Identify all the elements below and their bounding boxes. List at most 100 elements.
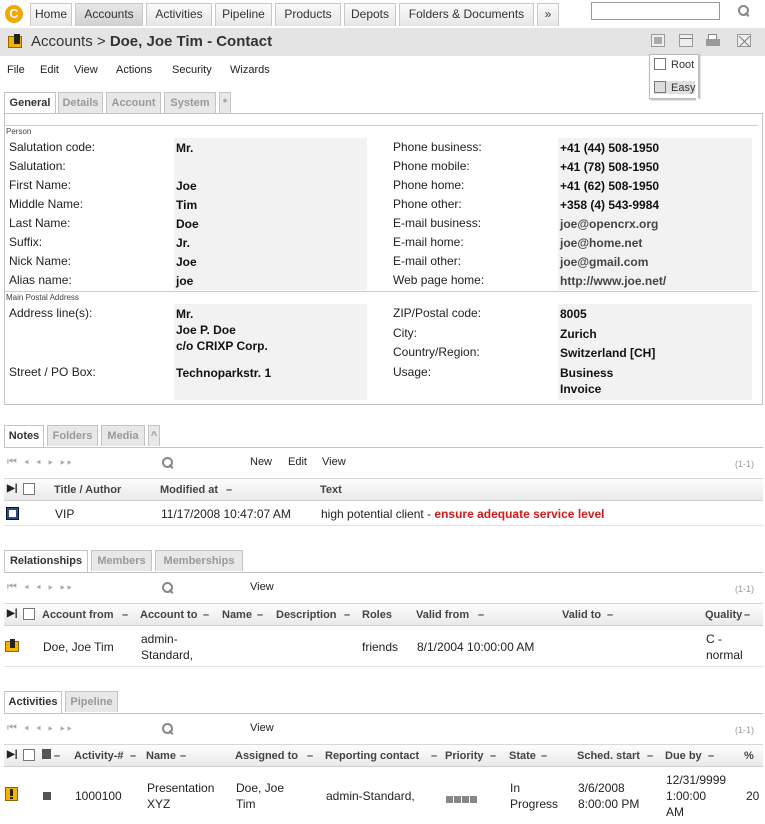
tab-members[interactable]: Members <box>91 550 152 571</box>
col-assigned-to[interactable]: Assigned to <box>235 750 298 762</box>
tab-account[interactable]: Account <box>106 92 161 113</box>
sort-icon[interactable]: – <box>478 609 484 621</box>
breadcrumb[interactable]: Accounts > <box>31 33 106 50</box>
menu-actions[interactable]: Actions <box>116 64 152 76</box>
col-account-from[interactable]: Account from <box>42 609 114 621</box>
layout-icon[interactable] <box>679 34 693 47</box>
col-reporting-contact[interactable]: Reporting contact <box>325 750 419 762</box>
rel-account-to-line2[interactable]: Standard, <box>141 647 193 663</box>
tab-media[interactable]: Media <box>101 425 145 446</box>
notes-new-button[interactable]: New <box>250 456 272 468</box>
pager-controls[interactable]: ⏮ ◂ ◂ ▸ ▸▸ <box>7 581 74 594</box>
activity-reporting-contact[interactable]: admin-Standard, <box>326 788 415 804</box>
activity-assigned-line2[interactable]: Tim <box>236 796 256 812</box>
col-percent[interactable]: % <box>744 750 754 762</box>
col-title-author[interactable]: Title / Author <box>54 484 121 496</box>
tab-memberships[interactable]: Memberships <box>155 550 243 571</box>
rel-account-from[interactable]: Doe, Joe Tim <box>43 639 114 655</box>
pager-controls[interactable]: ⏮ ◂ ◂ ▸ ▸▸ <box>7 456 74 469</box>
menu-edit[interactable]: Edit <box>40 64 59 76</box>
sort-icon[interactable]: – <box>257 609 263 621</box>
nav-tab-more[interactable]: » <box>537 3 559 26</box>
search-icon[interactable] <box>738 5 750 17</box>
col-valid-from[interactable]: Valid from <box>416 609 469 621</box>
sort-icon[interactable]: – <box>344 609 350 621</box>
note-edit-icon[interactable] <box>6 507 19 520</box>
col-priority[interactable]: Priority <box>445 750 484 762</box>
select-all-checkbox[interactable] <box>23 608 35 620</box>
menu-wizards[interactable]: Wizards <box>230 64 270 76</box>
tab-system[interactable]: System <box>164 92 216 113</box>
sort-icon[interactable]: – <box>431 750 437 762</box>
nav-tab-home[interactable]: Home <box>30 3 72 26</box>
col-due-by[interactable]: Due by <box>665 750 702 762</box>
col-valid-to[interactable]: Valid to <box>562 609 601 621</box>
print-icon[interactable] <box>706 34 720 47</box>
sort-icon[interactable]: – <box>541 750 547 762</box>
link-email-other[interactable]: joe@gmail.com <box>560 254 649 270</box>
close-icon[interactable] <box>737 34 751 48</box>
sort-icon[interactable]: – <box>130 750 136 762</box>
col-activity-number[interactable]: Activity-# <box>74 750 124 762</box>
tab-pipeline[interactable]: Pipeline <box>65 691 118 712</box>
tab-notes[interactable]: Notes <box>4 425 44 447</box>
note-title[interactable]: VIP <box>55 506 74 522</box>
sort-icon[interactable]: – <box>180 750 186 762</box>
activity-alert-icon[interactable] <box>5 787 19 802</box>
link-email-business[interactable]: joe@opencrx.org <box>560 216 659 232</box>
notes-view-button[interactable]: View <box>322 456 346 468</box>
sort-icon[interactable]: – <box>744 609 750 621</box>
col-activity-name[interactable]: Name <box>146 750 176 762</box>
col-modified-at[interactable]: Modified at <box>160 484 218 496</box>
sort-icon[interactable]: – <box>647 750 653 762</box>
sort-icon[interactable]: – <box>122 609 128 621</box>
sort-icon[interactable]: – <box>203 609 209 621</box>
sort-icon[interactable]: – <box>490 750 496 762</box>
col-state[interactable]: State <box>509 750 536 762</box>
link-web-page-home[interactable]: http://www.joe.net/ <box>560 273 667 289</box>
notes-edit-button[interactable]: Edit <box>288 456 307 468</box>
nav-tab-folders-documents[interactable]: Folders & Documents <box>399 3 534 26</box>
edit-column-icon[interactable] <box>42 749 51 759</box>
app-logo-icon[interactable]: C <box>5 5 23 23</box>
grid-search-icon[interactable] <box>162 723 174 735</box>
view-option-root[interactable]: Root <box>654 58 694 71</box>
nav-tab-depots[interactable]: Depots <box>344 3 396 26</box>
col-text[interactable]: Text <box>320 484 342 496</box>
col-quality[interactable]: Quality <box>705 609 742 621</box>
tab-folders[interactable]: Folders <box>47 425 98 446</box>
sort-icon[interactable]: – <box>307 750 313 762</box>
activity-assigned-line1[interactable]: Doe, Joe <box>236 780 284 796</box>
select-all-checkbox[interactable] <box>23 483 35 495</box>
nav-tab-activities[interactable]: Activities <box>146 3 212 26</box>
link-email-home[interactable]: joe@home.net <box>560 235 643 251</box>
tab-more[interactable]: * <box>219 92 231 113</box>
activity-number[interactable]: 1000100 <box>75 788 122 804</box>
col-sched-start[interactable]: Sched. start <box>577 750 640 762</box>
activity-name-line1[interactable]: Presentation <box>147 780 214 796</box>
activity-name-line2[interactable]: XYZ <box>147 796 170 812</box>
activities-view-button[interactable]: View <box>250 722 274 734</box>
search-input[interactable] <box>591 2 720 20</box>
column-selector-icon[interactable]: ▶| <box>7 749 18 760</box>
nav-tab-pipeline[interactable]: Pipeline <box>215 3 272 26</box>
menu-file[interactable]: File <box>7 64 25 76</box>
tab-relationships[interactable]: Relationships <box>4 550 88 572</box>
rel-account-to-line1[interactable]: admin- <box>141 631 178 647</box>
tab-details[interactable]: Details <box>58 92 103 113</box>
relationships-view-button[interactable]: View <box>250 581 274 593</box>
menu-security[interactable]: Security <box>172 64 212 76</box>
col-roles[interactable]: Roles <box>362 609 392 621</box>
tab-activities[interactable]: Activities <box>4 691 62 713</box>
col-name[interactable]: Name <box>222 609 252 621</box>
sort-icon[interactable]: – <box>607 609 613 621</box>
nav-tab-products[interactable]: Products <box>275 3 341 26</box>
col-account-to[interactable]: Account to <box>140 609 197 621</box>
sort-icon[interactable]: – <box>226 484 232 496</box>
column-selector-icon[interactable]: ▶| <box>7 608 18 619</box>
pager-controls[interactable]: ⏮ ◂ ◂ ▸ ▸▸ <box>7 722 74 735</box>
sort-icon[interactable]: – <box>54 750 60 762</box>
grid-search-icon[interactable] <box>162 582 174 594</box>
tab-general[interactable]: General <box>4 92 56 114</box>
nav-tab-accounts[interactable]: Accounts <box>75 3 143 26</box>
